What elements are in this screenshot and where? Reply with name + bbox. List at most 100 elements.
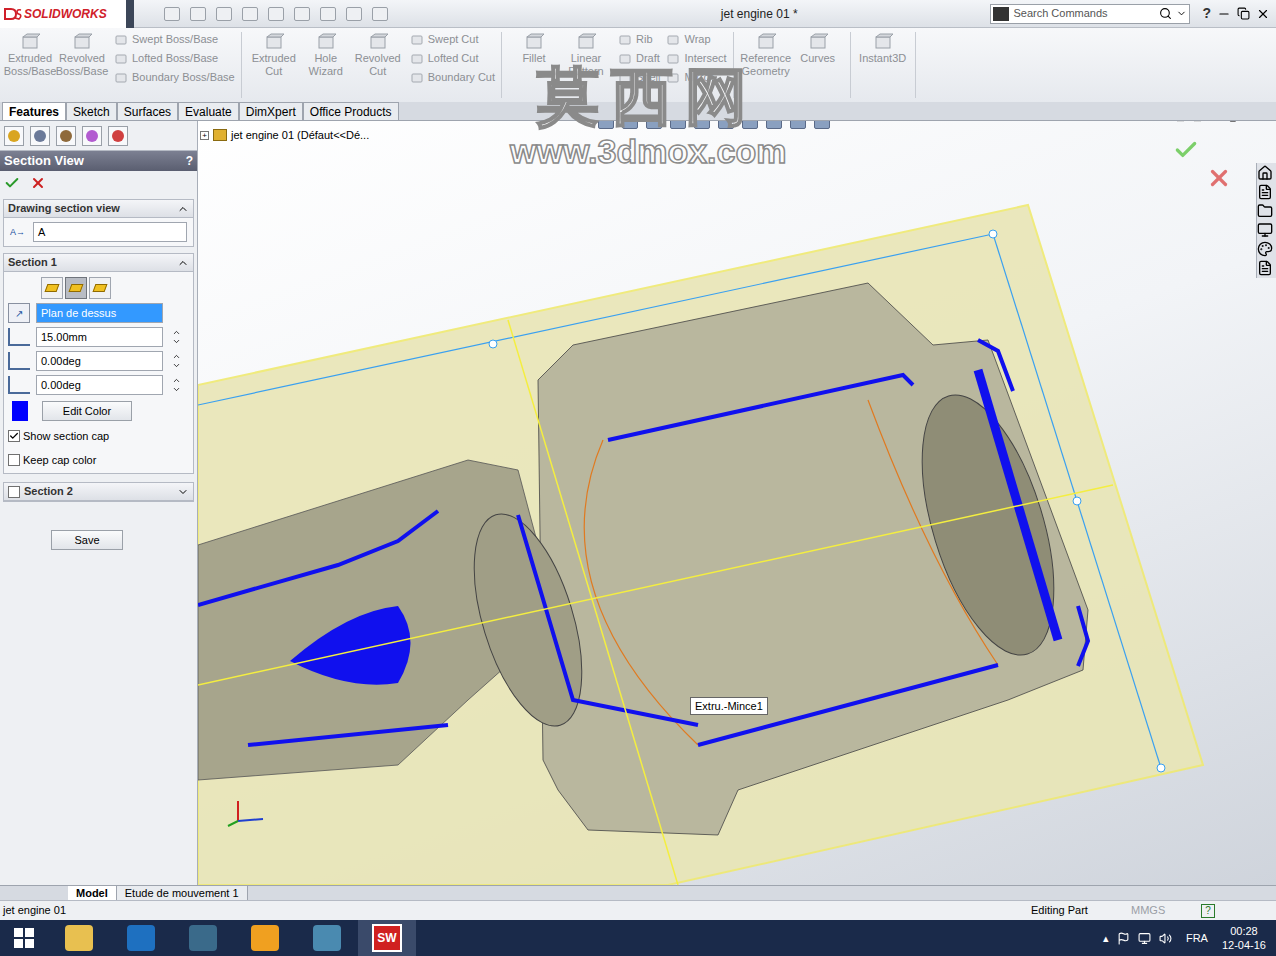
manager-tab-icon[interactable] (108, 126, 128, 146)
view-icon[interactable] (718, 121, 734, 129)
ribbon-small-button[interactable]: Swept Cut (410, 32, 495, 47)
section-label-input[interactable]: A (33, 222, 187, 242)
graphics-area[interactable]: +jet engine 01 (Défaut<<Dé...Extru.-Minc… (198, 121, 1276, 885)
dropdown-icon[interactable] (1176, 8, 1187, 19)
confirm-ok-icon[interactable] (1173, 137, 1199, 163)
bottom-tab[interactable]: Etude de mouvement 1 (117, 886, 248, 900)
down-icon[interactable] (172, 385, 181, 394)
tab[interactable]: Evaluate (178, 102, 239, 120)
start-icon[interactable] (0, 928, 48, 948)
ribbon-button[interactable]: Extruded Boss/Base (4, 32, 56, 78)
ribbon-button[interactable]: Extruded Cut (248, 32, 300, 78)
view-icon[interactable] (646, 121, 662, 129)
plane-button[interactable] (41, 277, 63, 299)
ribbon-small-button[interactable]: Lofted Boss/Base (114, 51, 235, 66)
group-checkbox[interactable] (8, 486, 20, 498)
tab[interactable]: Sketch (66, 102, 117, 120)
ribbon-small-button[interactable]: Shell (618, 70, 660, 85)
undo-icon[interactable] (268, 7, 284, 21)
language[interactable]: FRA (1186, 930, 1208, 947)
up-icon[interactable] (172, 376, 181, 385)
up-icon[interactable] (172, 328, 181, 337)
close-icon[interactable] (1243, 121, 1254, 122)
minimize-icon[interactable] (1217, 7, 1231, 21)
tab[interactable]: DimXpert (239, 102, 303, 120)
restore-icon[interactable] (1237, 7, 1250, 20)
close-icon[interactable] (1256, 7, 1270, 21)
ribbon-small-button[interactable]: Mirror (666, 70, 726, 85)
spinner[interactable] (172, 328, 181, 346)
search-box[interactable]: Search Commands (990, 4, 1190, 24)
down-icon[interactable] (172, 337, 181, 346)
ribbon-button[interactable]: Hole Wizard (300, 32, 352, 78)
flag-icon[interactable] (1117, 932, 1130, 945)
feature-tree-root[interactable]: +jet engine 01 (Défaut<<Dé... (200, 127, 369, 144)
new-icon[interactable] (164, 7, 180, 21)
appearances-icon[interactable] (1257, 241, 1273, 257)
search-icon[interactable] (1159, 7, 1172, 20)
edit-color-button[interactable]: Edit Color (42, 401, 132, 421)
file-props-icon[interactable] (346, 7, 362, 21)
options-icon[interactable] (372, 7, 388, 21)
view-icon[interactable] (598, 121, 614, 129)
ribbon-button[interactable]: Revolved Boss/Base (56, 32, 108, 78)
save-icon[interactable] (216, 7, 232, 21)
ribbon-small-button[interactable]: Wrap (666, 32, 726, 47)
collapse-icon[interactable] (177, 257, 189, 269)
view-icon[interactable] (766, 121, 782, 129)
taskbar-app-icon[interactable] (172, 925, 234, 951)
ribbon-small-button[interactable]: Intersect (666, 51, 726, 66)
checkbox-row[interactable]: Show section cap (8, 428, 189, 445)
angle-field[interactable]: 0.00deg (36, 375, 163, 395)
tab[interactable]: Surfaces (117, 102, 178, 120)
taskbar-app-icon[interactable] (48, 925, 110, 951)
ribbon-small-button[interactable]: Draft (618, 51, 660, 66)
ribbon-small-button[interactable]: Boundary Cut (410, 70, 495, 85)
expand-icon[interactable]: + (200, 131, 209, 140)
solidworks-taskbar-icon[interactable]: SW (358, 920, 416, 956)
up-icon[interactable] (172, 352, 181, 361)
taskbar-app-icon[interactable] (110, 925, 172, 951)
manager-tab-icon[interactable] (56, 126, 76, 146)
spinner[interactable] (172, 376, 181, 394)
library-icon[interactable] (1257, 184, 1273, 200)
confirm-cancel-icon[interactable] (1206, 165, 1232, 191)
custom-props-icon[interactable] (1257, 260, 1273, 276)
ribbon-button[interactable]: Linear Pattern (560, 32, 612, 78)
taskbar-app-icon[interactable] (234, 925, 296, 951)
view-icon[interactable] (814, 121, 830, 129)
ribbon-button[interactable]: Curves (792, 32, 844, 65)
reference-plane-field[interactable]: Plan de dessus (36, 303, 163, 323)
view-palette-icon[interactable] (1257, 222, 1273, 238)
status-help[interactable]: ? (1201, 904, 1215, 918)
tab[interactable]: Office Products (303, 102, 399, 120)
viewport-icon[interactable] (1192, 121, 1203, 122)
app-logo[interactable]: SOLIDWORKS (0, 0, 126, 28)
bottom-tab[interactable]: Model (68, 886, 117, 900)
explorer-icon[interactable] (1257, 203, 1273, 219)
manager-tab-icon[interactable] (30, 126, 50, 146)
ribbon-small-button[interactable]: Swept Boss/Base (114, 32, 235, 47)
save-button[interactable]: Save (51, 530, 123, 550)
ribbon-button[interactable]: Reference Geometry (740, 32, 792, 78)
expand-icon[interactable] (177, 486, 189, 498)
tab[interactable]: Features (2, 102, 66, 120)
view-icon[interactable] (622, 121, 638, 129)
section-model[interactable] (198, 121, 1254, 885)
group-header[interactable]: Drawing section view (4, 200, 193, 218)
checkbox-row[interactable]: Keep cap color (8, 452, 189, 469)
resources-icon[interactable] (1257, 165, 1273, 181)
offset-field[interactable]: 15.00mm (36, 327, 163, 347)
clock[interactable]: 00:2812-04-16 (1222, 924, 1266, 952)
view-icon[interactable] (790, 121, 806, 129)
open-icon[interactable] (190, 7, 206, 21)
spinner[interactable] (172, 352, 181, 370)
ok-icon[interactable] (4, 175, 20, 191)
volume-icon[interactable] (1159, 932, 1172, 945)
restore-icon[interactable] (1226, 121, 1237, 122)
group-header[interactable]: Section 2 (4, 483, 193, 501)
help-button[interactable]: ? (1202, 3, 1211, 24)
plane-button[interactable] (65, 277, 87, 299)
units-dropdown[interactable]: MMGS (1131, 902, 1201, 919)
select-icon[interactable] (294, 7, 310, 21)
